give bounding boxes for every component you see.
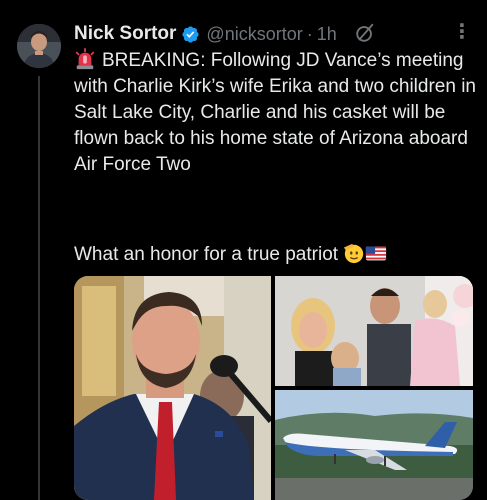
avatar[interactable] (17, 24, 61, 68)
media-photo-family[interactable] (275, 276, 473, 386)
tweet-closing-line: What an honor for a true patriot (74, 242, 479, 268)
closing-line-text: What an honor for a true patriot (74, 244, 339, 265)
siren-icon (75, 48, 95, 70)
timestamp[interactable]: 1h (317, 24, 337, 45)
more-options-icon[interactable]: ⋮ (452, 19, 472, 45)
us-flag-icon (366, 246, 387, 261)
tweet[interactable]: Nick Sortor @nicksortor · 1h ⋮ BREAKING:… (0, 0, 487, 500)
saluting-face-icon (344, 243, 364, 264)
tweet-body: BREAKING: Following JD Vance’s meeting w… (74, 48, 479, 178)
header-separator: · (306, 23, 313, 44)
tweet-header: Nick Sortor @nicksortor · 1h (74, 20, 474, 48)
media-grid (74, 276, 473, 500)
grok-icon[interactable] (354, 22, 376, 44)
thread-line (38, 76, 40, 500)
author-handle[interactable]: @nicksortor (206, 24, 302, 45)
tweet-body-text: BREAKING: Following JD Vance’s meeting w… (74, 50, 476, 175)
media-photo-air-force-two[interactable] (275, 390, 473, 500)
media-photo-vance[interactable] (74, 276, 271, 500)
verified-badge-icon (182, 25, 200, 43)
author-display-name[interactable]: Nick Sortor (74, 23, 176, 45)
